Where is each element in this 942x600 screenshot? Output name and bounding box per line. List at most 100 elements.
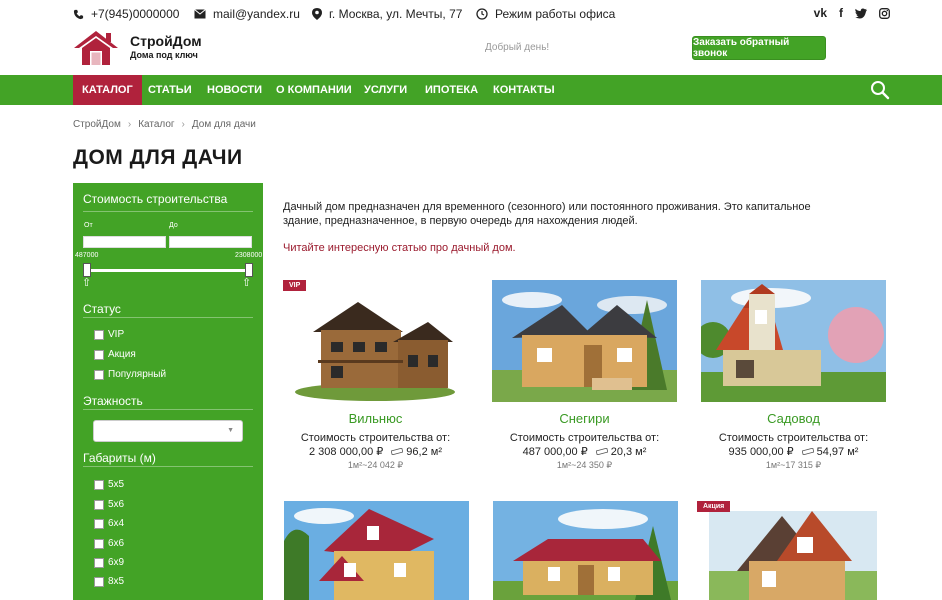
price-row: 935 000,00 ₽ 54,97 м² (701, 445, 886, 459)
breadcrumb-current: Дом для дачи (191, 119, 256, 130)
divider (83, 409, 253, 410)
product-name[interactable]: Вильнюс (283, 411, 468, 426)
price-per-m2: 1м²~24 042 ₽ (347, 460, 404, 470)
breadcrumb-home[interactable]: СтройДом (73, 119, 121, 130)
product-card[interactable] (493, 501, 678, 600)
instagram-icon[interactable] (879, 7, 890, 19)
search-icon[interactable] (870, 80, 890, 100)
checkbox[interactable] (94, 499, 104, 510)
checkbox[interactable] (94, 349, 104, 360)
checkbox[interactable] (94, 479, 104, 490)
checkbox-label: 6x4 (108, 518, 125, 529)
slider-max-value: 2308000 (235, 252, 263, 259)
vk-icon[interactable]: vk (814, 6, 827, 20)
house-photo[interactable] (493, 501, 678, 600)
email-contact[interactable]: mail@yandex.ru (194, 7, 300, 21)
product-card[interactable] (284, 501, 469, 600)
divider (83, 211, 253, 212)
size-option[interactable]: 8x5 (94, 576, 124, 587)
email-text: mail@yandex.ru (213, 7, 300, 21)
area: 96,2 м² (391, 445, 442, 458)
checkbox[interactable] (94, 329, 104, 340)
ruler-icon (391, 448, 404, 455)
price: 935 000,00 ₽ (728, 446, 794, 458)
checkbox[interactable] (94, 538, 104, 549)
size-option[interactable]: 5x5 (94, 479, 124, 490)
product-card[interactable]: Снегири Стоимость строительства от: 487 … (492, 280, 677, 475)
from-label: От (84, 222, 93, 229)
house-photo[interactable] (701, 280, 886, 402)
sale-badge: Акция (697, 501, 731, 512)
divider (83, 466, 253, 467)
nav-item-catalog[interactable]: Каталог (73, 75, 142, 105)
product-name[interactable]: Садовод (701, 411, 886, 426)
breadcrumb: СтройДом › Каталог › Дом для дачи (73, 119, 256, 130)
chevron-right-icon: › (181, 119, 185, 130)
category-description: Дачный дом предназначен для временного (… (283, 201, 811, 227)
cost-filter-heading: Стоимость строительства (83, 192, 228, 206)
nav-item-services[interactable]: Услуги (364, 75, 407, 105)
area-value: 54,97 м² (816, 445, 859, 458)
price-per-m2: 1м²~24 350 ₽ (556, 460, 613, 470)
product-card[interactable]: Садовод Стоимость строительства от: 935 … (701, 280, 886, 475)
status-option-vip[interactable]: VIP (94, 329, 124, 340)
filter-sidebar: Стоимость строительства От До 487000 230… (73, 183, 263, 600)
checkbox-label: 6x6 (108, 538, 125, 549)
size-option[interactable]: 6x9 (94, 557, 124, 568)
house-photo[interactable] (284, 501, 469, 600)
arrow-up-icon: ⇧ (242, 277, 252, 289)
divider (83, 317, 253, 318)
area: 20,3 м² (595, 445, 646, 458)
main-nav: Каталог Статьи Новости О компании Услуги… (0, 75, 942, 105)
price-row: 487 000,00 ₽ 20,3 м² (492, 445, 677, 459)
product-name[interactable]: Снегири (492, 411, 677, 426)
area-value: 96,2 м² (406, 445, 442, 458)
status-option-popular[interactable]: Популярный (94, 369, 166, 380)
house-photo[interactable]: VIP (283, 280, 468, 402)
product-card[interactable]: Акция (697, 501, 882, 600)
logo-subtitle: Дома под ключ (130, 50, 198, 60)
checkbox[interactable] (94, 576, 104, 587)
twitter-icon[interactable] (855, 8, 867, 19)
house-logo-icon[interactable] (72, 29, 120, 67)
checkbox[interactable] (94, 369, 104, 380)
product-card[interactable]: VIP Вильнюс Стоимость строительства от: … (283, 280, 468, 475)
phone-contact[interactable]: +7(945)0000000 (73, 7, 179, 21)
nav-item-articles[interactable]: Статьи (148, 75, 192, 105)
nav-item-news[interactable]: Новости (207, 75, 262, 105)
article-link[interactable]: Читайте интересную статью про дачный дом… (283, 242, 516, 254)
floors-select[interactable]: ▼ (93, 420, 243, 442)
breadcrumb-catalog[interactable]: Каталог (138, 119, 174, 130)
checkbox-label: 6x9 (108, 557, 125, 568)
header: СтройДом Дома под ключ Добрый день! Зака… (0, 26, 942, 75)
nav-item-about[interactable]: О компании (276, 75, 352, 105)
size-option[interactable]: 6x6 (94, 538, 124, 549)
to-label: До (169, 222, 178, 229)
arrow-up-icon: ⇧ (82, 277, 92, 289)
caret-down-icon: ▼ (227, 427, 234, 434)
logo-title[interactable]: СтройДом (130, 33, 202, 49)
nav-item-contacts[interactable]: Контакты (493, 75, 555, 105)
greeting-text: Добрый день! (485, 42, 550, 53)
size-filter-heading: Габариты (м) (83, 451, 156, 465)
mail-icon (194, 9, 206, 19)
slider-min-handle[interactable] (83, 263, 91, 277)
house-photo[interactable]: Акция (697, 501, 882, 600)
price-from-input[interactable] (83, 236, 166, 248)
office-hours[interactable]: Режим работы офиса (476, 7, 615, 21)
size-option[interactable]: 6x4 (94, 518, 124, 529)
callback-button[interactable]: Заказать обратный звонок (692, 36, 826, 60)
slider-max-handle[interactable] (245, 263, 253, 277)
size-option[interactable]: 5x6 (94, 499, 124, 510)
checkbox[interactable] (94, 518, 104, 529)
checkbox[interactable] (94, 557, 104, 568)
price-row: 2 308 000,00 ₽ 96,2 м² (283, 445, 468, 459)
nav-item-mortgage[interactable]: Ипотека (425, 75, 478, 105)
facebook-icon[interactable]: f (839, 6, 843, 20)
chevron-right-icon: › (127, 119, 132, 130)
status-option-sale[interactable]: Акция (94, 349, 136, 360)
price-range-slider[interactable] (85, 269, 249, 272)
price-to-input[interactable] (169, 236, 252, 248)
house-photo[interactable] (492, 280, 677, 402)
page-title: ДОМ ДЛЯ ДАЧИ (73, 146, 243, 169)
